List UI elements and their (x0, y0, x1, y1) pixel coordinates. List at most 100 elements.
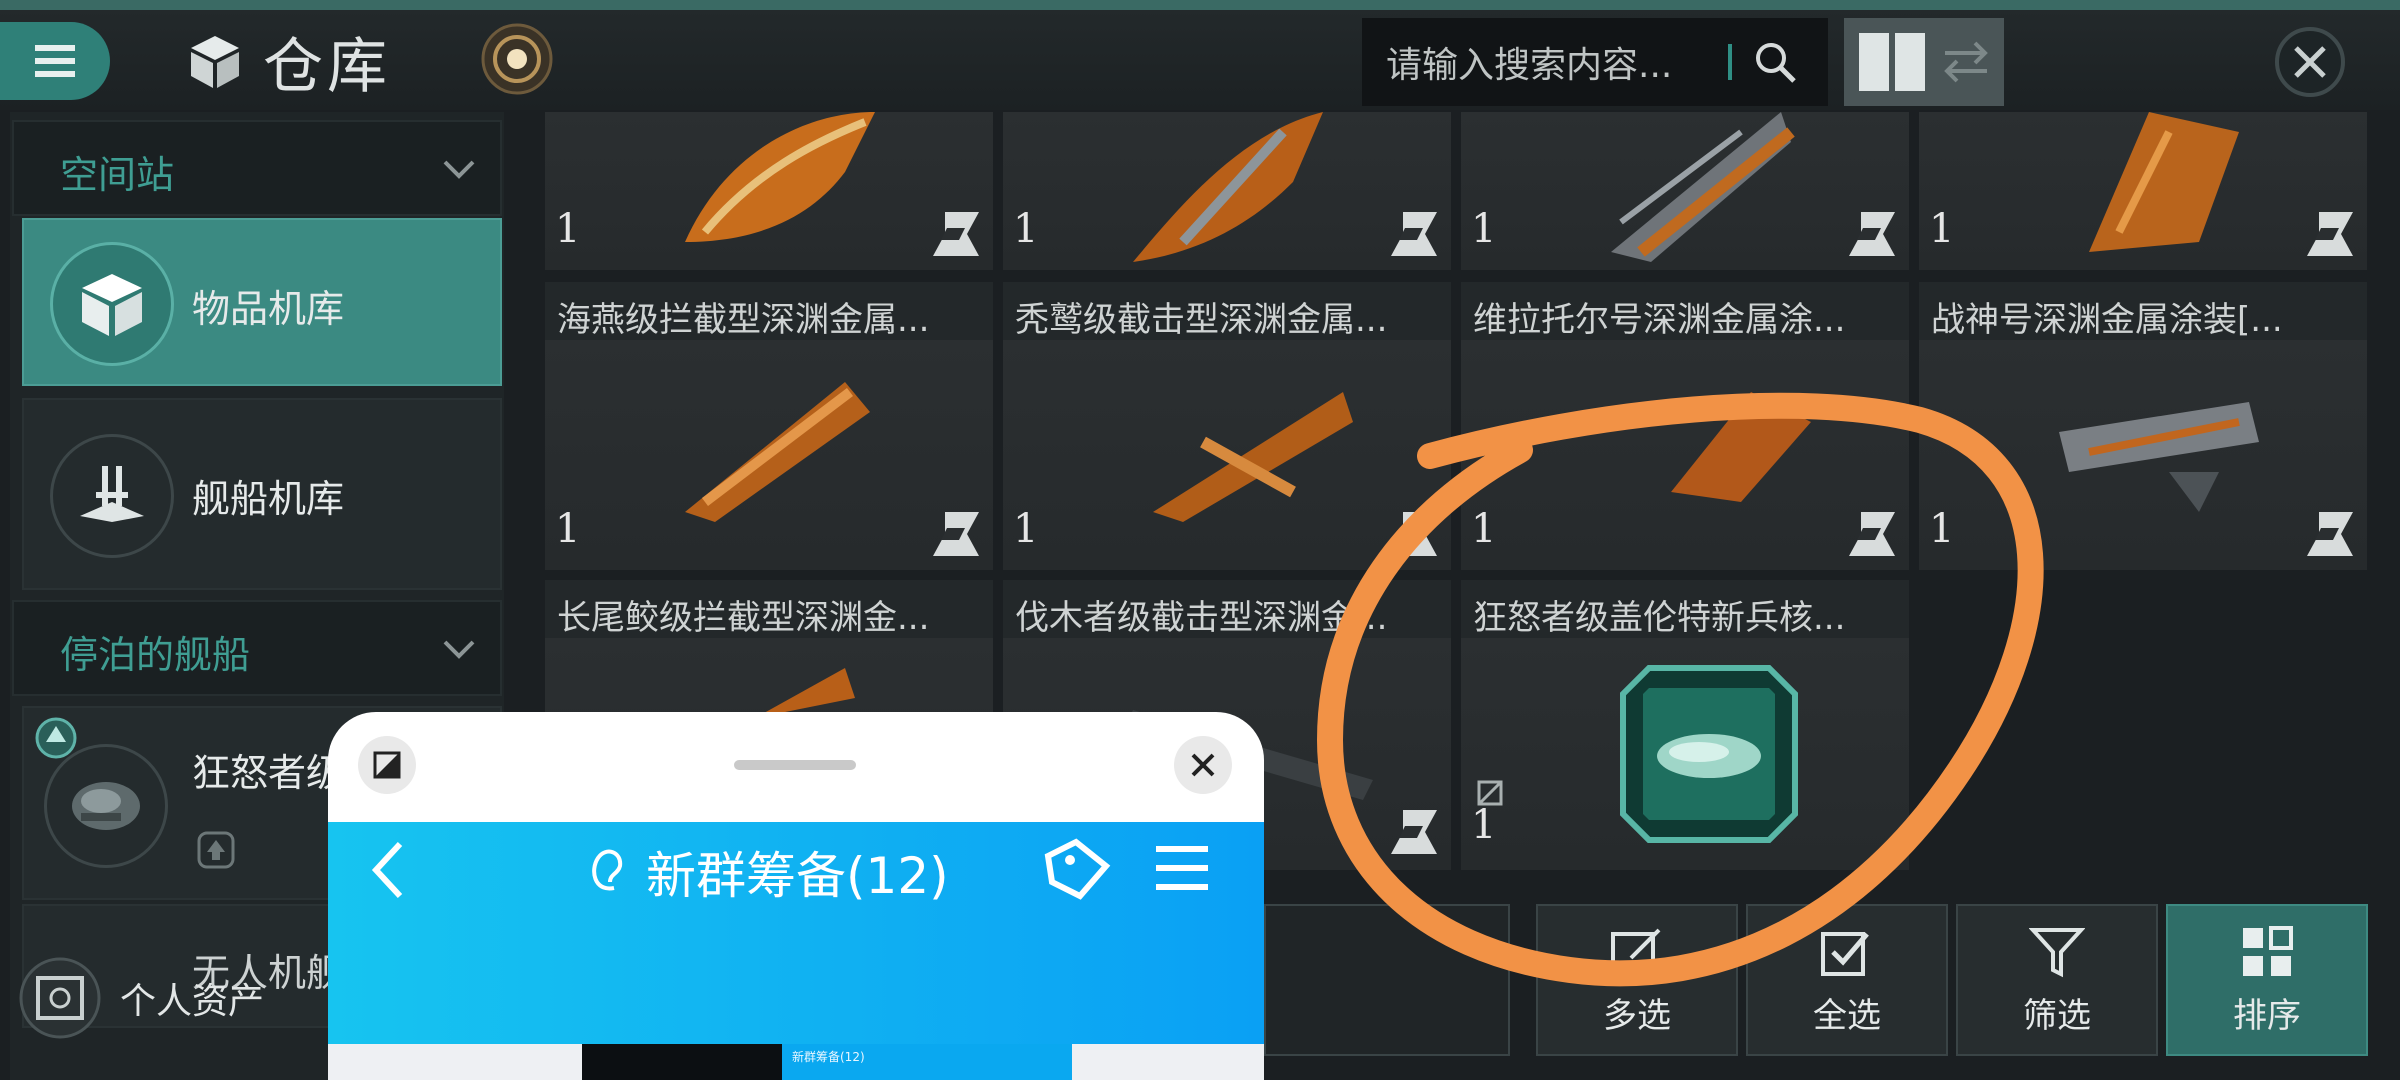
drag-handle[interactable] (734, 760, 856, 770)
personal-assets-button[interactable]: 个人资产 (18, 956, 264, 1040)
ship-thumbnail (2089, 112, 2239, 252)
module-thumbnail (1620, 665, 1798, 843)
sidebar-item-items-hangar[interactable]: 物品机库 (22, 218, 502, 386)
ship-thumbnail (1133, 112, 1323, 262)
item-count: 1 (1929, 206, 1955, 252)
sidebar-item-label: 狂怒者级 (192, 751, 345, 795)
grid-item[interactable]: 维拉托尔号深渊金属涂... 1 (1461, 282, 1909, 570)
safe-icon (19, 957, 101, 1039)
section-docked-ships[interactable]: 停泊的舰船 (12, 600, 502, 696)
chevron-down-icon (443, 160, 475, 179)
ear-icon (592, 849, 623, 891)
sort-grid-icon (2243, 925, 2293, 976)
minimize-button[interactable] (358, 736, 416, 794)
grid-view-icon[interactable] (1857, 31, 1927, 93)
grid-item[interactable]: 1 (1461, 112, 1909, 270)
ship-thumbnail (755, 668, 855, 718)
beacon-icon (481, 23, 553, 95)
item-name: 长尾鲛级拦截型深渊金... (557, 598, 930, 638)
close-button[interactable] (2272, 24, 2348, 100)
title-group: 仓库 (185, 18, 391, 105)
item-name: 伐木者级截击型深渊金... (1015, 598, 1388, 638)
view-toggle[interactable] (1844, 18, 2004, 106)
item-count: 1 (555, 206, 581, 252)
item-name: 战神号深渊金属涂装[... (1931, 300, 2283, 340)
section-label: 空间站 (60, 153, 175, 197)
filter-icon (2029, 927, 2085, 977)
thumbnail-title: 新群筹备(12) (792, 1050, 865, 1064)
search-bar[interactable]: 请输入搜索内容... (1362, 18, 1828, 106)
page-title: 仓库 (263, 32, 391, 102)
search-caret (1728, 44, 1732, 80)
menu-button[interactable] (0, 22, 110, 100)
ship-thumbnail (1611, 112, 1795, 262)
skin-badge-icon (2307, 512, 2353, 556)
ship-thumbnail (1671, 392, 1811, 502)
top-accent-line (0, 0, 2400, 10)
select-all-button[interactable]: 全选 (1746, 904, 1948, 1056)
tag-icon[interactable] (1040, 836, 1116, 906)
skin-badge-icon (1849, 212, 1895, 256)
close-icon (1191, 753, 1215, 777)
upload-icon (197, 831, 235, 869)
skin-badge-icon (1391, 810, 1437, 854)
grid-item[interactable]: 狂怒者级盖伦特新兵核... 1 (1461, 580, 1909, 870)
item-count: 1 (1471, 206, 1497, 252)
docked-ship-icon (44, 744, 168, 868)
grid-item[interactable]: 1 (545, 112, 993, 270)
menu-icon (35, 45, 75, 77)
sidebar-item-label: 物品机库 (192, 287, 345, 331)
close-icon (2275, 27, 2345, 97)
item-count: 1 (555, 506, 581, 552)
skin-badge-icon (2307, 212, 2353, 256)
search-input[interactable]: 请输入搜索内容... (1386, 36, 1716, 88)
ship-hangar-icon (50, 434, 174, 558)
floating-chat-window[interactable]: 新群筹备(12) 新群筹备(12) (328, 712, 1264, 1080)
items-hangar-icon (50, 242, 174, 366)
button-label: 筛选 (2023, 995, 2091, 1036)
chat-title: 新群筹备(12) (646, 847, 949, 905)
multi-select-button[interactable]: 多选 (1536, 904, 1738, 1056)
section-space-station[interactable]: 空间站 (12, 120, 502, 216)
grid-item[interactable]: 1 (1003, 112, 1451, 270)
item-count: 1 (1471, 802, 1497, 848)
section-label: 停泊的舰船 (60, 633, 251, 677)
personal-assets-label: 个人资产 (120, 981, 265, 1022)
ship-thumbnail (1153, 392, 1353, 522)
item-count: 1 (1471, 506, 1497, 552)
item-count: 1 (1929, 506, 1955, 552)
search-icon[interactable] (1752, 39, 1798, 85)
bottom-placeholder (1264, 904, 1510, 1056)
skin-badge-icon (933, 212, 979, 256)
button-label: 多选 (1603, 995, 1671, 1036)
swap-icon[interactable] (1941, 37, 1991, 87)
item-count: 1 (1013, 506, 1039, 552)
grid-item[interactable]: 战神号深渊金属涂装[... 1 (1919, 282, 2367, 570)
item-name: 维拉托尔号深渊金属涂... (1473, 300, 1846, 340)
button-label: 排序 (2233, 995, 2301, 1036)
chevron-down-icon (443, 640, 475, 659)
back-arrow-icon[interactable] (368, 840, 408, 900)
minimize-icon (373, 751, 401, 779)
sidebar-item-ship-hangar[interactable]: 舰船机库 (22, 398, 502, 590)
multi-select-icon (1611, 928, 1661, 976)
grid-item[interactable]: 1 (1919, 112, 2367, 270)
item-name: 海燕级拦截型深渊金属... (557, 300, 930, 340)
menu-icon[interactable] (1154, 842, 1210, 894)
skin-badge-icon (1391, 212, 1437, 256)
beacon-button[interactable] (478, 20, 556, 98)
sort-button[interactable]: 排序 (2166, 904, 2368, 1056)
item-name: 狂怒者级盖伦特新兵核... (1473, 598, 1846, 638)
ship-thumbnail (2059, 402, 2259, 512)
chat-close-button[interactable] (1174, 736, 1232, 794)
grid-item[interactable]: 秃鹫级截击型深渊金属... 1 (1003, 282, 1451, 570)
grid-item[interactable]: 海燕级拦截型深渊金属... 1 (545, 282, 993, 570)
filter-button[interactable]: 筛选 (1956, 904, 2158, 1056)
screenshot-thumbnail[interactable]: 新群筹备(12) (582, 1044, 1072, 1080)
sidebar-item-label: 舰船机库 (192, 477, 345, 521)
item-name: 秃鹫级截击型深渊金属... (1015, 300, 1388, 340)
select-all-icon (1821, 931, 1869, 976)
skin-badge-icon (933, 512, 979, 556)
ship-thumbnail (685, 382, 870, 522)
button-label: 全选 (1813, 995, 1881, 1036)
